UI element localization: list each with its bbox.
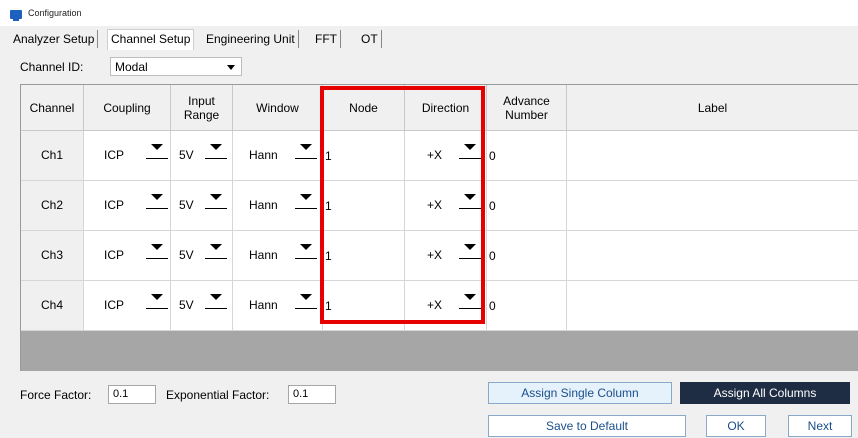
header-window: Window xyxy=(233,85,323,131)
highlight-box xyxy=(320,86,485,324)
title-bar: Configuration xyxy=(0,0,858,26)
save-to-default-button[interactable]: Save to Default xyxy=(488,415,686,437)
input-range-dropdown-button[interactable] xyxy=(205,238,227,259)
next-button[interactable]: Next xyxy=(788,415,852,437)
input-range-dropdown-button[interactable] xyxy=(205,188,227,209)
tab-engineering-unit[interactable]: Engineering Unit xyxy=(203,30,299,48)
chevron-down-icon xyxy=(151,144,163,150)
window-value: Hann xyxy=(249,198,278,212)
coupling-value: ICP xyxy=(104,198,125,212)
coupling-dropdown-button[interactable] xyxy=(146,288,168,309)
advance-number-cell[interactable]: 0 xyxy=(487,181,567,231)
input-range-dropdown-button[interactable] xyxy=(205,138,227,159)
window-title: Configuration xyxy=(28,8,82,18)
chevron-down-icon xyxy=(210,294,222,300)
window-dropdown-button[interactable] xyxy=(295,238,317,259)
header-coupling: Coupling xyxy=(84,85,171,131)
advance-number-value: 0 xyxy=(489,299,496,313)
input-range-value: 5V xyxy=(179,148,194,162)
channel-cell: Ch2 xyxy=(21,181,84,231)
input-range-dropdown-button[interactable] xyxy=(205,288,227,309)
app-icon xyxy=(10,10,22,21)
window-dropdown-button[interactable] xyxy=(295,288,317,309)
chevron-down-icon xyxy=(151,294,163,300)
coupling-dropdown-button[interactable] xyxy=(146,188,168,209)
coupling-select[interactable]: ICP xyxy=(84,281,171,331)
chevron-down-icon xyxy=(300,294,312,300)
ok-button[interactable]: OK xyxy=(706,415,766,437)
window-value: Hann xyxy=(249,148,278,162)
input-range-value: 5V xyxy=(179,248,194,262)
header-channel: Channel xyxy=(21,85,84,131)
advance-number-cell[interactable]: 0 xyxy=(487,131,567,181)
coupling-value: ICP xyxy=(104,298,125,312)
window-value: Hann xyxy=(249,298,278,312)
coupling-select[interactable]: ICP xyxy=(84,231,171,281)
chevron-down-icon xyxy=(227,65,235,70)
channel-id-value: Modal xyxy=(115,60,148,74)
channel-cell: Ch4 xyxy=(21,281,84,331)
chevron-down-icon xyxy=(300,244,312,250)
chevron-down-icon xyxy=(210,144,222,150)
chevron-down-icon xyxy=(300,144,312,150)
advance-number-value: 0 xyxy=(489,149,496,163)
label-cell[interactable] xyxy=(567,131,858,181)
assign-single-column-button[interactable]: Assign Single Column xyxy=(488,382,672,404)
input-range-select[interactable]: 5V xyxy=(171,281,233,331)
force-factor-input[interactable]: 0.1 xyxy=(108,385,156,404)
window-dropdown-button[interactable] xyxy=(295,138,317,159)
header-input-range: Input Range xyxy=(171,85,233,131)
coupling-select[interactable]: ICP xyxy=(84,131,171,181)
channel-name: Ch3 xyxy=(40,248,63,262)
tab-ot[interactable]: OT xyxy=(358,30,382,48)
input-range-select[interactable]: 5V xyxy=(171,131,233,181)
assign-all-columns-button[interactable]: Assign All Columns xyxy=(680,382,850,404)
tab-bar: Analyzer Setup Channel Setup Engineering… xyxy=(0,26,858,50)
exponential-factor-label: Exponential Factor: xyxy=(166,388,270,402)
header-label: Label xyxy=(567,85,858,131)
channel-name: Ch1 xyxy=(40,148,63,162)
chevron-down-icon xyxy=(151,244,163,250)
label-cell[interactable] xyxy=(567,231,858,281)
chevron-down-icon xyxy=(300,194,312,200)
tab-fft[interactable]: FFT xyxy=(312,30,341,48)
window-select[interactable]: Hann xyxy=(233,231,323,281)
tab-analyzer-setup[interactable]: Analyzer Setup xyxy=(10,30,99,48)
input-range-value: 5V xyxy=(179,298,194,312)
window-select[interactable]: Hann xyxy=(233,281,323,331)
window-dropdown-button[interactable] xyxy=(295,188,317,209)
label-cell[interactable] xyxy=(567,181,858,231)
advance-number-value: 0 xyxy=(489,199,496,213)
header-advance-number: Advance Number xyxy=(487,85,567,131)
input-range-select[interactable]: 5V xyxy=(171,231,233,281)
chevron-down-icon xyxy=(210,194,222,200)
window-select[interactable]: Hann xyxy=(233,181,323,231)
coupling-value: ICP xyxy=(104,148,125,162)
coupling-value: ICP xyxy=(104,248,125,262)
coupling-select[interactable]: ICP xyxy=(84,181,171,231)
force-factor-label: Force Factor: xyxy=(20,388,92,402)
input-range-select[interactable]: 5V xyxy=(171,181,233,231)
channel-name: Ch2 xyxy=(40,198,63,212)
label-cell[interactable] xyxy=(567,281,858,331)
window-value: Hann xyxy=(249,248,278,262)
exponential-factor-input[interactable]: 0.1 xyxy=(288,385,336,404)
coupling-dropdown-button[interactable] xyxy=(146,138,168,159)
advance-number-cell[interactable]: 0 xyxy=(487,231,567,281)
advance-number-cell[interactable]: 0 xyxy=(487,281,567,331)
channel-id-label: Channel ID: xyxy=(20,60,84,74)
chevron-down-icon xyxy=(151,194,163,200)
window-select[interactable]: Hann xyxy=(233,131,323,181)
channel-cell: Ch3 xyxy=(21,231,84,281)
tab-channel-setup[interactable]: Channel Setup xyxy=(107,29,195,50)
chevron-down-icon xyxy=(210,244,222,250)
advance-number-value: 0 xyxy=(489,249,496,263)
input-range-value: 5V xyxy=(179,198,194,212)
channel-id-select[interactable]: Modal xyxy=(110,57,242,76)
channel-cell: Ch1 xyxy=(21,131,84,181)
channel-name: Ch4 xyxy=(40,298,63,312)
coupling-dropdown-button[interactable] xyxy=(146,238,168,259)
